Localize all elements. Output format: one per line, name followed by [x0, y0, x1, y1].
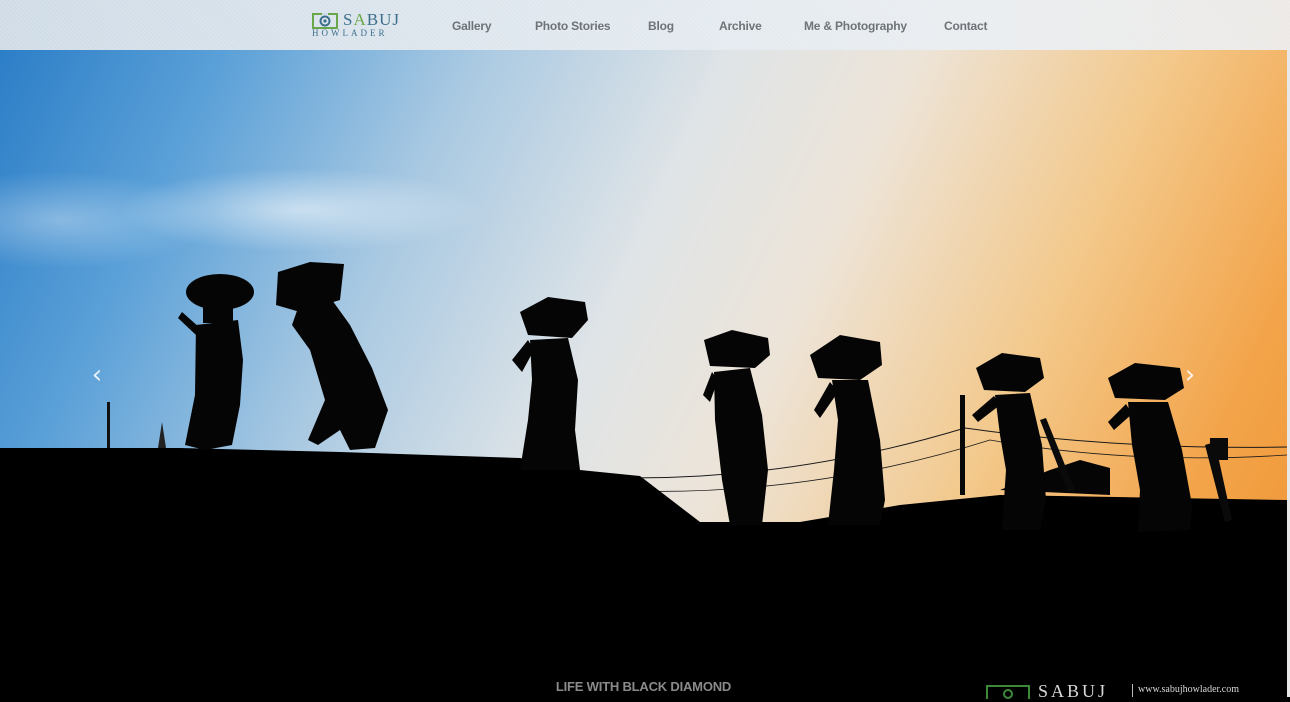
camera-logo-icon — [312, 13, 338, 29]
carousel-prev-button[interactable]: ‹ — [87, 362, 107, 388]
nav-item-me-photography[interactable]: Me & Photography — [804, 19, 907, 33]
nav-item-gallery[interactable]: Gallery — [452, 19, 491, 33]
top-navbar: SABUJ HOWLADER Gallery Photo Stories Blo… — [0, 0, 1290, 50]
nav-item-archive[interactable]: Archive — [719, 19, 762, 33]
watermark-divider — [1132, 684, 1133, 697]
nav-item-photo-stories[interactable]: Photo Stories — [535, 19, 611, 33]
chevron-right-icon: › — [1184, 360, 1196, 390]
nav-item-contact[interactable]: Contact — [944, 19, 987, 33]
watermark-name: SABUJ — [1038, 681, 1109, 701]
silhouette-scene — [0, 262, 1287, 697]
hero-slide-image — [0, 50, 1287, 697]
logo-tagline: HOWLADER — [312, 28, 388, 38]
logo-wordmark: SABUJ — [343, 10, 400, 29]
photo-watermark: SABUJ www.sabujhowlader.com — [986, 681, 1266, 701]
nav-item-blog[interactable]: Blog — [648, 19, 674, 33]
chevron-left-icon: ‹ — [91, 360, 103, 390]
carousel-next-button[interactable]: › — [1180, 362, 1200, 388]
site-logo[interactable]: SABUJ HOWLADER — [312, 10, 402, 38]
watermark-url: www.sabujhowlader.com — [1138, 684, 1239, 695]
